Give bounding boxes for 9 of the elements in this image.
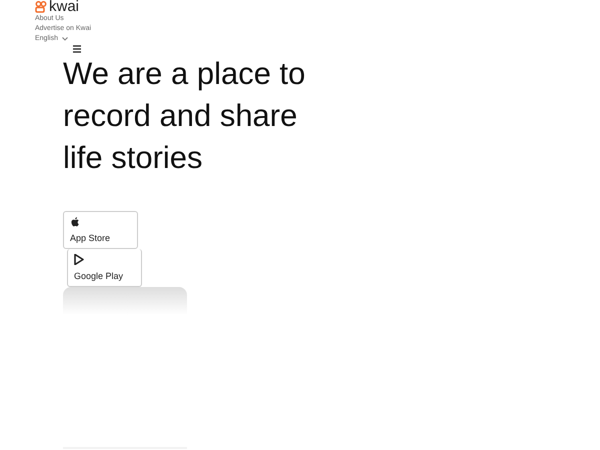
apple-icon [70,217,80,227]
headline: We are a place to record and share life stories [63,55,306,177]
menu-icon[interactable] [72,45,82,53]
store-button[interactable]: App Store [63,211,138,249]
store-button[interactable]: Google Play [67,249,142,287]
chevron-icon [62,37,68,41]
play-icon [74,254,84,265]
kwai-logo[interactable]: kwai [35,0,80,14]
logo-icon [35,1,47,13]
